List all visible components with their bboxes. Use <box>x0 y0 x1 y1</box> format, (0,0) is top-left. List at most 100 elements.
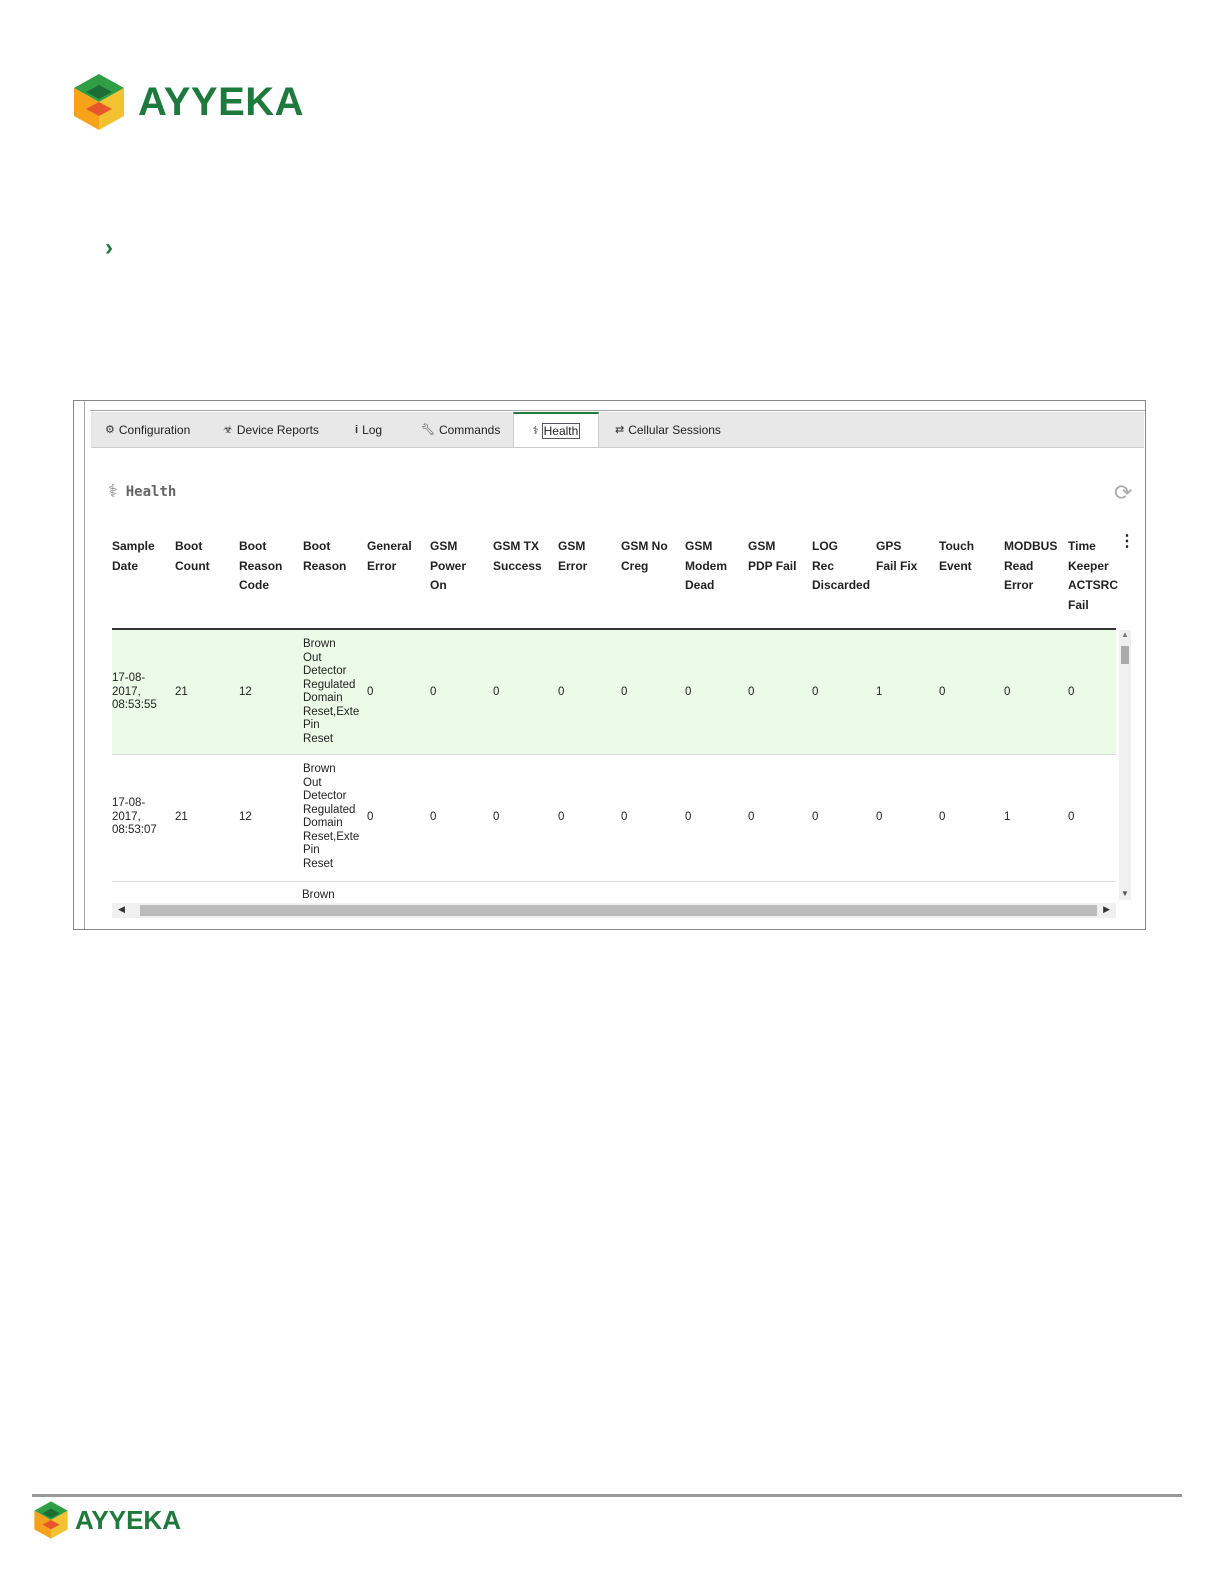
stethoscope-icon: ⚕ <box>108 481 118 501</box>
boot-reason-code: 12 <box>239 811 252 823</box>
column-header-line: Error <box>558 558 588 573</box>
tab-health[interactable]: ⚕ Health <box>513 412 599 447</box>
scroll-down-icon[interactable]: ▼ <box>1121 889 1129 898</box>
column-header[interactable]: GSM TX Success <box>493 537 542 576</box>
column-header[interactable]: MODBUS Read Error <box>1004 537 1057 596</box>
column-header[interactable]: General Error <box>367 537 412 576</box>
metric-value: 0 <box>748 811 755 823</box>
tab-label: Cellular Sessions <box>628 422 721 437</box>
date-line: 08:53:55 <box>112 699 157 711</box>
column-header[interactable]: LOG Rec Discarded <box>812 537 870 596</box>
boot-count: 21 <box>175 686 188 698</box>
reason-line: Reset <box>303 732 334 745</box>
column-header-line: ACTSRC <box>1068 578 1118 592</box>
date-line: 2017, <box>112 685 141 698</box>
column-menu-icon[interactable]: ⋮ <box>1119 531 1135 551</box>
column-header-line: Dead <box>685 578 715 592</box>
column-header[interactable]: Boot Reason Code <box>239 537 282 596</box>
column-header[interactable]: GSM PDP Fail <box>748 537 796 576</box>
column-header[interactable]: GSM No Creg <box>621 537 668 576</box>
bullet-chevron: › <box>105 234 113 261</box>
column-header-line: Boot <box>239 539 267 553</box>
ayyeka-footer-logo: AYYEKA <box>33 1500 181 1540</box>
refresh-icon[interactable]: ⟳ <box>1114 480 1132 506</box>
scroll-thumb[interactable] <box>1121 646 1129 664</box>
metric-value: 0 <box>812 811 819 823</box>
date-line: 17-08- <box>112 672 146 684</box>
metric-value: 0 <box>939 686 946 698</box>
metric-value: 0 <box>1004 686 1011 698</box>
hexagon-cube-logo-icon <box>74 74 124 130</box>
reason-line: Regulated <box>303 678 356 691</box>
metric-value: 0 <box>1068 686 1075 698</box>
frame-divider <box>90 410 1145 411</box>
panel-header: ⚕ Health <box>108 481 176 502</box>
column-header[interactable]: GSM Modem Dead <box>685 537 727 596</box>
column-header-line: MODBUS <box>1004 539 1058 553</box>
reason-line: Reset,Exte <box>303 830 359 843</box>
tab-label: Commands <box>438 422 501 437</box>
scroll-thumb[interactable] <box>140 905 1097 916</box>
metric-value: 0 <box>939 811 946 823</box>
column-header-line: Time <box>1068 539 1096 553</box>
reason-line: Brown <box>303 638 336 650</box>
column-header-line: GSM <box>685 539 713 553</box>
scroll-left-icon[interactable]: ◀ <box>118 904 125 915</box>
metric-value: 0 <box>430 686 437 698</box>
column-header-line: Success <box>493 558 542 573</box>
metric-value: 0 <box>558 811 565 823</box>
brand-name: AYYEKA <box>138 79 305 124</box>
tab-cellular-sessions[interactable]: ⇄ Cellular Sessions <box>615 412 721 447</box>
column-header-line: Boot <box>175 539 203 553</box>
column-header-line: Power <box>430 558 467 573</box>
metric-value: 0 <box>558 686 565 698</box>
column-header[interactable]: Boot Count <box>175 537 210 576</box>
table-row[interactable]: 17-08- 2017, 08:53:07 21 12 Brown Out Detector R… <box>112 755 1116 882</box>
sample-date: 17-08- 2017, 08:53:07 <box>112 797 157 838</box>
column-header[interactable]: GSM Error <box>558 537 587 576</box>
metric-value: 0 <box>430 811 437 823</box>
tab-log[interactable]: i Log <box>355 412 382 447</box>
vertical-scrollbar[interactable]: ▲ ▼ <box>1119 630 1131 900</box>
column-header-line: Modem <box>685 558 727 573</box>
column-header-line: Reason <box>239 558 283 573</box>
tab-configuration[interactable]: ⚙ Configuration <box>105 412 190 447</box>
boot-reason: Brown Out Detector Regulated Domain Reset,Ext… <box>303 763 359 871</box>
metric-value: 0 <box>493 811 500 823</box>
tab-commands[interactable]: 🔧︎ Commands <box>421 412 500 447</box>
tab-label: Log <box>362 422 383 437</box>
column-header-line: Sample <box>112 539 155 553</box>
panel-title: Health <box>125 483 177 500</box>
reason-line: Pin <box>303 844 320 856</box>
column-header-line: Creg <box>621 558 649 573</box>
scroll-up-icon[interactable]: ▲ <box>1121 630 1129 639</box>
reason-line: Pin <box>303 719 320 731</box>
scroll-right-icon[interactable]: ▶ <box>1103 904 1110 915</box>
column-header-line: General <box>367 539 412 553</box>
wrench-icon: 🔧︎ <box>421 424 435 436</box>
sample-date: 17-08- 2017, 08:53:55 <box>112 672 157 713</box>
column-header-line: GSM TX <box>493 539 540 553</box>
column-header[interactable]: GPS Fail Fix <box>876 537 917 576</box>
horizontal-scrollbar[interactable]: ◀ ▶ <box>112 903 1116 918</box>
tab-device-reports[interactable]: ☣ Device Reports <box>223 412 319 447</box>
column-header-line: Event <box>939 558 972 573</box>
column-header-line: Code <box>239 578 269 592</box>
column-header-line: On <box>430 578 447 592</box>
reason-line: Regulated <box>303 803 356 816</box>
column-header[interactable]: Time Keeper ACTSRC Fail <box>1068 537 1118 615</box>
column-header[interactable]: Boot Reason <box>303 537 346 576</box>
brand-name: AYYEKA <box>75 1504 181 1535</box>
reason-line: Domain <box>303 817 343 829</box>
metric-value: 0 <box>685 686 692 698</box>
column-header-line: Reason <box>303 558 347 573</box>
column-header[interactable]: Touch Event <box>939 537 974 576</box>
metric-value: 0 <box>621 686 628 698</box>
column-header[interactable]: Sample Date <box>112 537 155 576</box>
column-header[interactable]: GSM Power On <box>430 537 466 596</box>
metric-value: 0 <box>685 811 692 823</box>
column-header-line: Fail Fix <box>876 558 918 573</box>
table-row[interactable]: 17-08- 2017, 08:53:55 21 12 Brown Out Detector R… <box>112 630 1116 755</box>
column-header-line: PDP Fail <box>748 558 797 573</box>
biohazard-icon: ☣ <box>223 424 233 436</box>
